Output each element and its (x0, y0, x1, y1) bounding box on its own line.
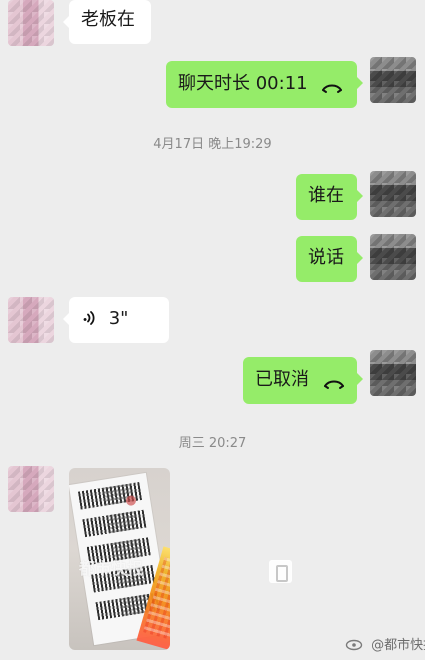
page-watermark: @都市快报 (345, 639, 425, 653)
user-avatar[interactable] (370, 234, 416, 280)
voice-wave-icon (81, 309, 97, 327)
message-text: 谁在 (308, 185, 344, 206)
call-status-text: 已取消 (255, 369, 309, 390)
user-avatar[interactable] (370, 350, 416, 396)
incoming-message-bubble[interactable]: 老板在 (63, 0, 151, 44)
message-text: 说话 (308, 247, 344, 268)
outgoing-message-bubble[interactable]: 说话 (296, 236, 363, 282)
user-avatar[interactable] (370, 57, 416, 103)
image-watermark: 都市快报 (79, 559, 144, 578)
call-duration-text: 聊天时长 00:11 (178, 73, 308, 94)
page-watermark-text: @都市快报 (371, 638, 425, 653)
image-message[interactable]: 都市快报 (69, 468, 170, 650)
call-duration-bubble[interactable]: 聊天时长 00:11 (166, 61, 363, 108)
contact-avatar[interactable] (8, 0, 54, 46)
voice-duration: 3" (108, 308, 129, 329)
outgoing-message-bubble[interactable]: 谁在 (296, 174, 363, 220)
red-stamp-mark (125, 494, 137, 507)
user-avatar[interactable] (370, 171, 416, 217)
phone-handset-icon (323, 373, 345, 389)
message-text: 老板在 (81, 9, 135, 30)
watermark-logo-icon (269, 560, 292, 583)
contact-avatar[interactable] (8, 297, 54, 343)
contact-avatar[interactable] (8, 466, 54, 512)
timestamp: 4月17日 晚上19:29 (153, 137, 272, 152)
weibo-eye-icon (345, 639, 363, 651)
call-cancelled-bubble[interactable]: 已取消 (243, 357, 363, 404)
receipt-strip (82, 509, 147, 538)
phone-handset-icon (321, 77, 343, 93)
timestamp: 周三 20:27 (178, 436, 247, 451)
voice-message-bubble[interactable]: 3" (63, 297, 169, 343)
